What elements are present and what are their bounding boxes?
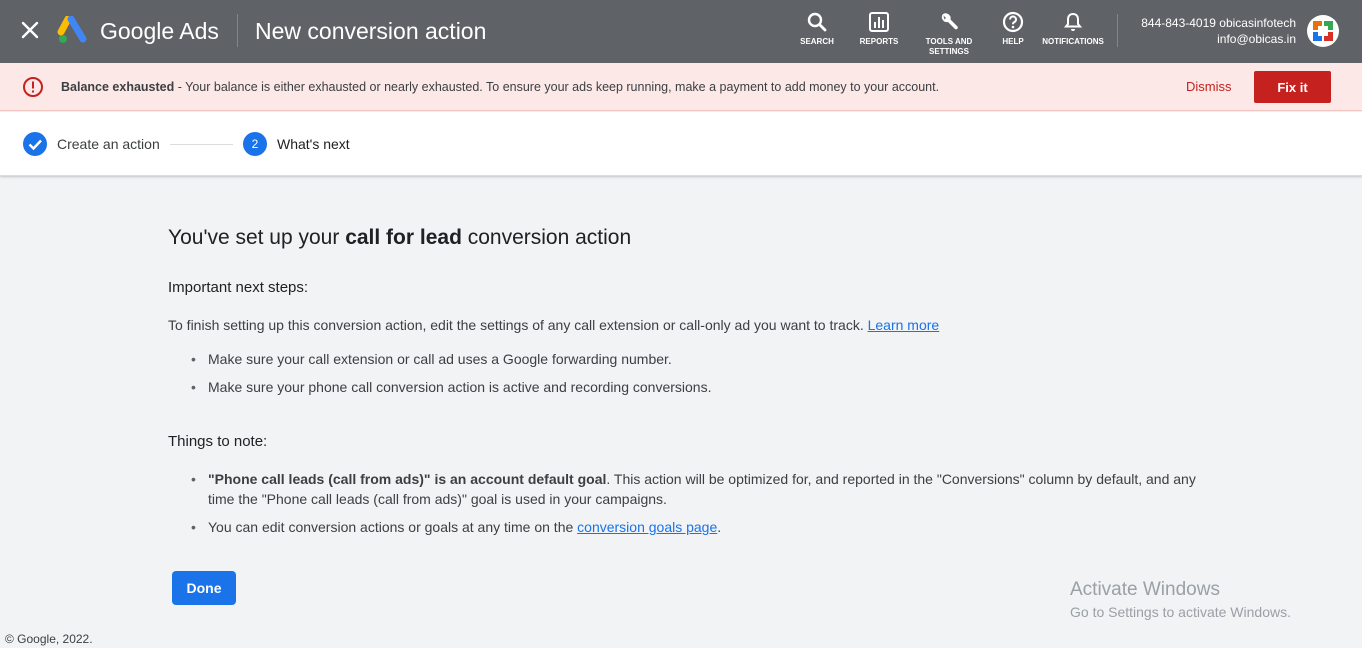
conversion-goals-link[interactable]: conversion goals page (577, 519, 717, 535)
help-label: HELP (1002, 37, 1024, 46)
alert-message: Balance exhausted - Your balance is eith… (61, 79, 939, 95)
step-whats-next: What's next (277, 136, 350, 152)
search-icon (807, 12, 827, 32)
done-button[interactable]: Done (172, 571, 236, 605)
windows-activation-watermark: Activate Windows Go to Settings to activ… (1070, 579, 1291, 621)
google-ads-logo[interactable] (57, 16, 89, 44)
balance-alert-banner: Balance exhausted - Your balance is eith… (0, 63, 1362, 111)
help-button[interactable]: HELP (996, 11, 1030, 47)
reports-label: REPORTS (859, 37, 899, 46)
page-title: New conversion action (255, 18, 487, 44)
step-create-action[interactable]: Create an action (57, 136, 160, 152)
list-item: "Phone call leads (call from ads)" is an… (168, 469, 1198, 509)
header-divider (237, 14, 238, 47)
notifications-label: NOTIFICATIONS (1042, 37, 1104, 46)
heading-suffix: conversion action (461, 226, 632, 249)
close-icon (21, 21, 39, 39)
alert-body: - Your balance is either exhausted or ne… (174, 80, 940, 94)
next-steps-list: Make sure your call extension or call ad… (168, 349, 1198, 397)
error-icon (23, 77, 43, 97)
search-button[interactable]: SEARCH (797, 11, 837, 47)
edit-note-end: . (717, 519, 722, 535)
heading-prefix: You've set up your (168, 226, 346, 249)
progress-stepper: Create an action 2 What's next (0, 112, 1362, 176)
things-to-note-title: Things to note: (168, 433, 268, 450)
account-info[interactable]: 844-843-4019 obicasinfotech info@obicas.… (1122, 15, 1296, 47)
tools-and-settings-button[interactable]: TOOLS AND SETTINGS (918, 11, 980, 57)
tools-label-line1: TOOLS AND (925, 37, 973, 46)
dismiss-button[interactable]: Dismiss (1186, 79, 1232, 95)
reports-button[interactable]: REPORTS (856, 11, 902, 47)
notifications-button[interactable]: NOTIFICATIONS (1040, 11, 1106, 47)
list-item: Make sure your phone call conversion act… (168, 377, 1198, 397)
header-divider-right (1117, 14, 1118, 47)
top-app-bar: Google Ads New conversion action SEARCH … (0, 0, 1362, 63)
tools-label-line2: SETTINGS (928, 47, 969, 56)
fix-it-button[interactable]: Fix it (1254, 71, 1331, 103)
edit-note-text: You can edit conversion actions or goals… (208, 519, 578, 535)
account-phone-name: 844-843-4019 obicasinfotech (1141, 16, 1296, 30)
step-connector (170, 144, 233, 145)
watermark-subtitle: Go to Settings to activate Windows. (1070, 604, 1291, 620)
default-goal-note-bold: "Phone call leads (call from ads)" is an… (208, 471, 607, 487)
close-button[interactable] (16, 16, 44, 44)
bell-icon (1063, 12, 1083, 31)
step-number-badge: 2 (243, 132, 267, 156)
help-icon (1002, 11, 1024, 33)
copyright-footer: © Google, 2022. (5, 632, 93, 646)
learn-more-link[interactable]: Learn more (868, 317, 940, 333)
brand-name: Google Ads (100, 18, 219, 44)
list-item: Make sure your call extension or call ad… (168, 349, 1198, 369)
account-email: info@obicas.in (1217, 32, 1296, 46)
conversion-action-name: call for lead (345, 226, 462, 249)
notes-list: "Phone call leads (call from ads)" is an… (168, 469, 1198, 537)
next-steps-intro: To finish setting up this conversion act… (168, 315, 1198, 335)
avatar[interactable] (1307, 15, 1339, 47)
wrench-icon (941, 13, 958, 30)
search-label: SEARCH (800, 37, 834, 46)
account-logo-icon (1313, 21, 1333, 41)
confirmation-heading: You've set up your call for lead convers… (168, 224, 1198, 252)
list-item: You can edit conversion actions or goals… (168, 517, 1198, 537)
alert-title: Balance exhausted (61, 80, 175, 94)
next-steps-intro-text: To finish setting up this conversion act… (168, 317, 868, 333)
check-circle-icon (23, 132, 47, 156)
next-steps-title: Important next steps: (168, 279, 309, 296)
watermark-title: Activate Windows (1070, 579, 1220, 600)
confirmation-content: You've set up your call for lead convers… (168, 224, 1198, 537)
reports-icon (869, 12, 889, 32)
